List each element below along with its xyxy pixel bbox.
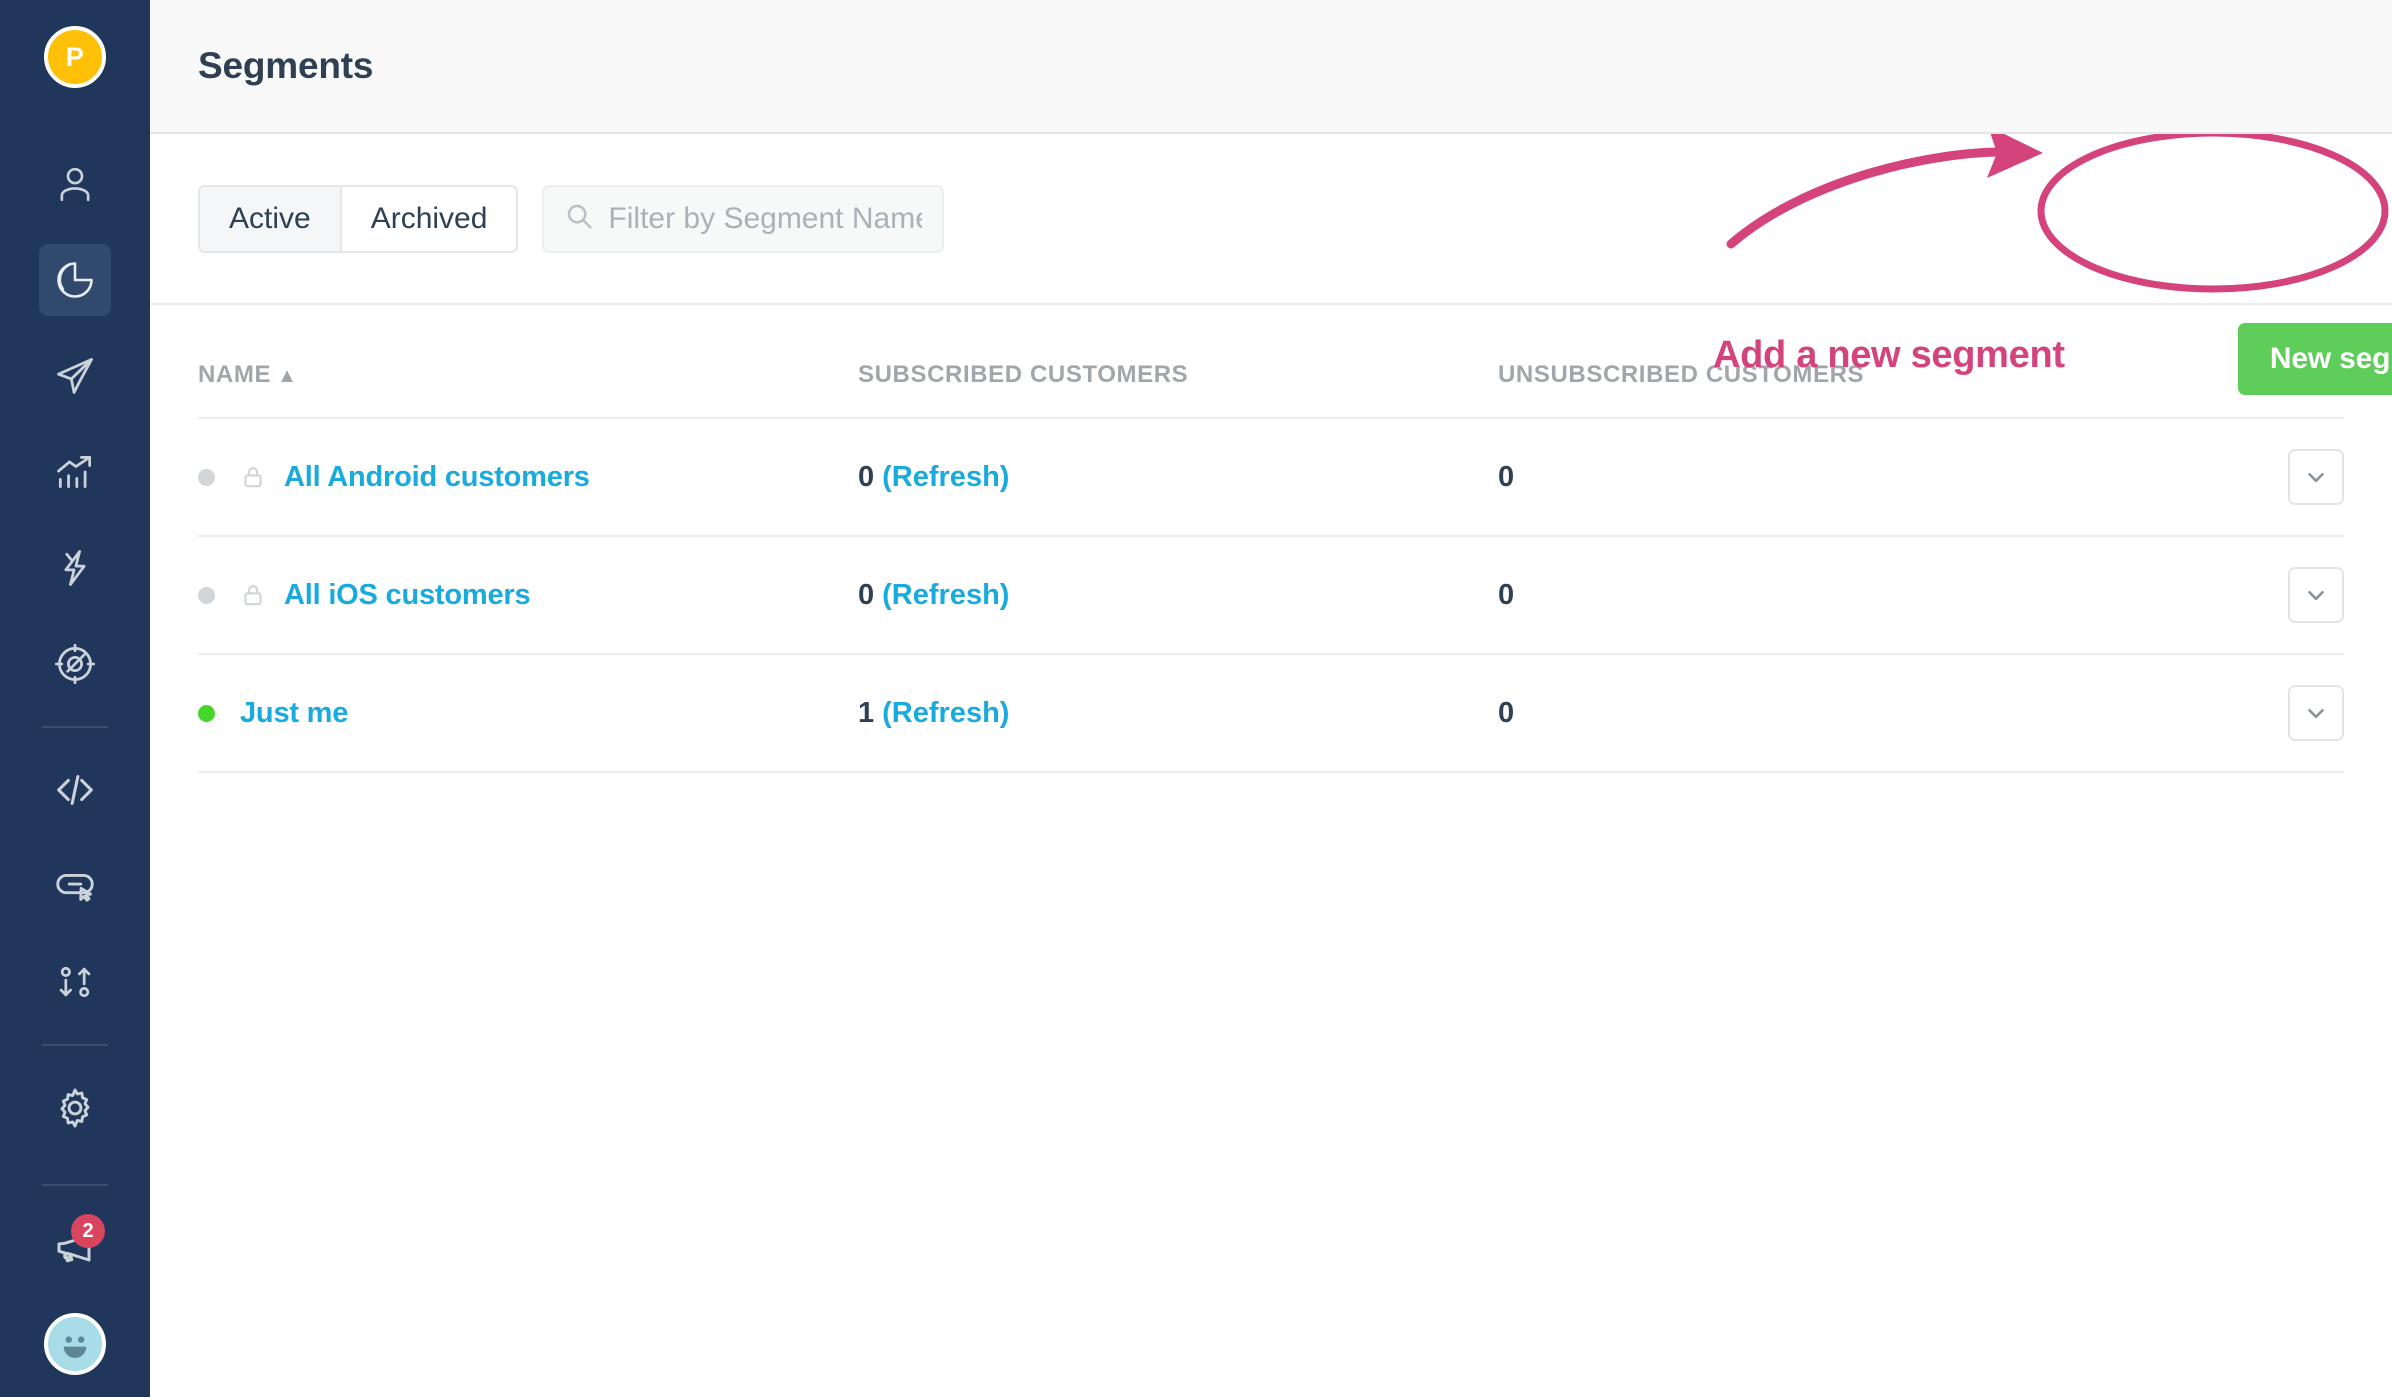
chat-cursor-icon <box>52 863 98 909</box>
cell-subscribed: 1 (Refresh) <box>858 653 1498 773</box>
refresh-link[interactable]: (Refresh) <box>882 461 1009 493</box>
code-brackets-icon <box>52 767 98 813</box>
refresh-link[interactable]: (Refresh) <box>882 697 1009 729</box>
chevron-down-icon <box>2308 590 2324 601</box>
segments-table-wrapper: NAME ▲ SUBSCRIBED CUSTOMERS UNSUBSCRIBED … <box>150 305 2392 773</box>
table-row: All iOS customers 0 (Refresh) 0 <box>198 535 2344 654</box>
cell-name: Just me <box>198 653 858 773</box>
paper-plane-icon <box>53 354 97 398</box>
refresh-link[interactable]: (Refresh) <box>882 579 1009 611</box>
subscribed-count: 0 <box>858 578 875 611</box>
search-icon <box>564 201 594 236</box>
sort-ascending-icon: ▲ <box>277 365 298 387</box>
sidebar-item-people[interactable] <box>39 148 111 220</box>
main-content: Segments Active Archived New segment <box>150 0 2392 1397</box>
toolbar: Active Archived New segment <box>150 126 2392 395</box>
tab-active[interactable]: Active <box>200 186 340 251</box>
segment-name-link[interactable]: All Android customers <box>284 461 590 494</box>
row-menu-button[interactable] <box>2288 449 2344 505</box>
curved-arrow-head <box>1987 126 2043 178</box>
cell-unsubscribed: 0 <box>1498 417 2138 536</box>
sidebar-item-broadcasts[interactable] <box>39 628 111 700</box>
sidebar-divider-3 <box>42 1184 108 1186</box>
sidebar-item-notifications[interactable]: 2 <box>39 1212 111 1284</box>
lock-icon <box>240 464 284 490</box>
search-input[interactable] <box>608 201 923 236</box>
ellipse-highlight <box>2037 129 2389 293</box>
sidebar-item-settings[interactable] <box>39 1072 111 1144</box>
cell-subscribed: 0 (Refresh) <box>858 535 1498 654</box>
cell-unsubscribed: 0 <box>1498 535 2138 654</box>
curved-arrow-shaft <box>1726 147 2011 249</box>
app-root: P 2 Segments Active Archived Filter by S… <box>0 0 2392 1397</box>
avatar[interactable]: P <box>44 26 106 88</box>
sidebar-item-developers[interactable] <box>39 754 111 826</box>
avatar-initial: P <box>65 41 85 72</box>
sidebar-item-campaigns[interactable] <box>39 340 111 412</box>
segment-name-link[interactable]: All iOS customers <box>284 579 531 612</box>
smiley-face-icon <box>44 1313 106 1375</box>
gear-icon <box>52 1085 98 1131</box>
segment-name-link[interactable]: Just me <box>240 697 348 730</box>
sidebar-item-data-transfer[interactable] <box>39 946 111 1018</box>
status-dot-icon <box>198 704 215 722</box>
table-row: Just me 1 (Refresh) 0 <box>198 653 2344 773</box>
segment-filter-tabs: Active Archived <box>198 184 519 253</box>
pie-chart-icon <box>53 258 97 302</box>
status-dot-icon <box>198 468 215 486</box>
table-header-row: NAME ▲ SUBSCRIBED CUSTOMERS UNSUBSCRIBED … <box>198 305 2344 418</box>
growth-chart-icon <box>53 450 97 494</box>
page-header: Segments <box>150 0 2392 134</box>
table-body: All Android customers 0 (Refresh) 0 All … <box>198 417 2344 773</box>
cell-subscribed: 0 (Refresh) <box>858 417 1498 536</box>
unsubscribed-count: 0 <box>1498 578 1515 611</box>
sidebar-item-automations[interactable] <box>39 532 111 604</box>
unsubscribed-count: 0 <box>1498 696 1515 729</box>
chevron-down-icon <box>2308 472 2324 483</box>
cell-name: All iOS customers <box>198 535 858 654</box>
person-icon <box>54 163 96 205</box>
sidebar-divider-2 <box>42 1044 108 1046</box>
row-menu-button[interactable] <box>2288 685 2344 741</box>
column-header-name-label: NAME <box>198 361 272 388</box>
sidebar-item-segments[interactable] <box>39 244 111 316</box>
globe-target-icon <box>53 642 97 686</box>
page-title: Segments <box>198 45 374 86</box>
subscribed-count: 1 <box>858 696 875 729</box>
sidebar-item-metrics[interactable] <box>39 436 111 508</box>
cell-unsubscribed: 0 <box>1498 653 2138 773</box>
column-header-subscribed[interactable]: SUBSCRIBED CUSTOMERS <box>858 305 1498 418</box>
notification-badge: 2 <box>71 1214 105 1248</box>
table-row: All Android customers 0 (Refresh) 0 <box>198 417 2344 536</box>
row-menu-button[interactable] <box>2288 567 2344 623</box>
cell-name: All Android customers <box>198 417 858 536</box>
import-export-icon <box>53 960 97 1004</box>
column-header-unsubscribed[interactable]: UNSUBSCRIBED CUSTOMERS <box>1498 305 2138 418</box>
cell-actions <box>2138 417 2344 536</box>
sidebar: P 2 <box>0 0 150 1397</box>
lightning-bolt-icon <box>53 546 97 590</box>
unsubscribed-count: 0 <box>1498 460 1515 493</box>
status-dot-icon <box>198 586 215 604</box>
sidebar-divider-1 <box>42 726 108 728</box>
lock-icon <box>240 582 284 608</box>
tab-archived[interactable]: Archived <box>339 186 517 251</box>
table-head: NAME ▲ SUBSCRIBED CUSTOMERS UNSUBSCRIBED … <box>198 305 2344 418</box>
sidebar-nav-group-primary: 2 <box>0 88 150 1284</box>
cell-actions <box>2138 653 2344 773</box>
segments-table: NAME ▲ SUBSCRIBED CUSTOMERS UNSUBSCRIBED … <box>198 305 2344 773</box>
sidebar-item-messages[interactable] <box>39 850 111 922</box>
column-header-name[interactable]: NAME ▲ <box>198 305 858 418</box>
new-segment-button[interactable]: New segment <box>2238 323 2392 395</box>
sidebar-item-support[interactable] <box>39 1308 111 1380</box>
chevron-down-icon <box>2308 708 2324 719</box>
cell-actions <box>2138 535 2344 654</box>
subscribed-count: 0 <box>858 460 875 493</box>
filter-input-wrapper[interactable] <box>542 184 945 253</box>
